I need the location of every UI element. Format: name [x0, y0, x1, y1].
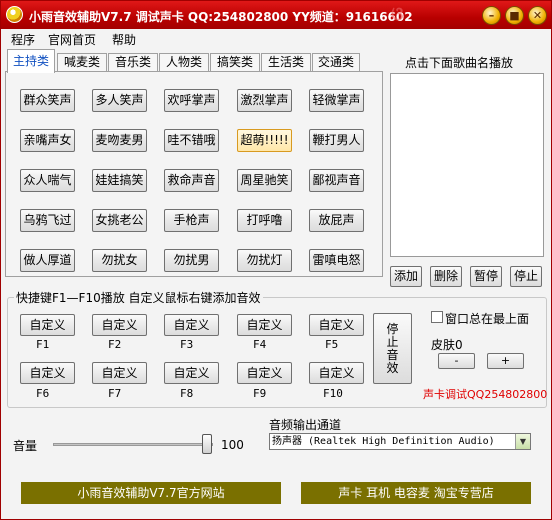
sound-button[interactable]: 鞭打男人 — [309, 129, 364, 152]
maximize-button[interactable]: ■ — [505, 6, 524, 25]
tab-shout[interactable]: 喊麦类 — [57, 53, 107, 72]
sound-button[interactable]: 救命声音 — [164, 169, 219, 192]
menu-bar: 程序 官网首页 帮助 — [1, 29, 551, 48]
sound-button[interactable]: 鄙视声音 — [309, 169, 364, 192]
skin-label: 皮肤0 — [431, 338, 463, 352]
sound-button[interactable]: 欢呼掌声 — [164, 89, 219, 112]
window-title: 小雨音效辅助V7.7 调试声卡 QQ:254802800 YY频道：916166… — [29, 10, 413, 24]
volume-slider-handle[interactable] — [202, 434, 212, 454]
sound-button[interactable]: 群众笑声 — [20, 89, 75, 112]
key-label-f4: F4 — [253, 338, 267, 351]
tab-host[interactable]: 主持类 — [7, 49, 55, 73]
sound-button[interactable]: 勿扰女 — [92, 249, 147, 272]
sound-category-tabs: 主持类 喊麦类 音乐类 人物类 搞笑类 生活类 交通类 — [5, 49, 383, 279]
volume-label: 音量 — [13, 439, 38, 453]
sound-button[interactable]: 娃娃搞笑 — [92, 169, 147, 192]
taobao-store-banner[interactable]: 声卡 耳机 电容麦 淘宝专营店 — [301, 482, 531, 504]
key-label-f1: F1 — [36, 338, 50, 351]
custom-button-f6[interactable]: 自定义 — [20, 362, 75, 384]
custom-button-f8[interactable]: 自定义 — [164, 362, 219, 384]
official-site-banner[interactable]: 小雨音效辅助V7.7官方网站 — [21, 482, 281, 504]
tab-people[interactable]: 人物类 — [159, 53, 209, 72]
sound-button[interactable]: 哇不错哦 — [164, 129, 219, 152]
custom-button-f4[interactable]: 自定义 — [237, 314, 292, 336]
key-label-f7: F7 — [108, 387, 122, 400]
custom-button-f7[interactable]: 自定义 — [92, 362, 147, 384]
sound-button[interactable]: 手枪声 — [164, 209, 219, 232]
sound-button[interactable]: 勿扰灯 — [237, 249, 292, 272]
key-label-f10: F10 — [323, 387, 343, 400]
custom-button-f3[interactable]: 自定义 — [164, 314, 219, 336]
sound-button[interactable]: 众人喘气 — [20, 169, 75, 192]
sound-button[interactable]: 多人笑声 — [92, 89, 147, 112]
sound-button[interactable]: 勿扰男 — [164, 249, 219, 272]
pause-button[interactable]: 暂停 — [470, 266, 502, 287]
key-label-f2: F2 — [108, 338, 122, 351]
audio-output-label: 音频输出通道 — [269, 418, 342, 432]
custom-button-f5[interactable]: 自定义 — [309, 314, 364, 336]
key-label-f9: F9 — [253, 387, 267, 400]
key-label-f3: F3 — [180, 338, 194, 351]
tuning-contact-note: 声卡调试QQ254802800 — [423, 388, 548, 401]
tab-funny[interactable]: 搞笑类 — [210, 53, 260, 72]
sound-button[interactable]: 亲嘴声女 — [20, 129, 75, 152]
menu-homepage[interactable]: 官网首页 — [48, 31, 96, 48]
key-label-f8: F8 — [180, 387, 194, 400]
cloud-decoration-icon: ଓ — [391, 4, 404, 25]
tab-music[interactable]: 音乐类 — [108, 53, 158, 72]
delete-button[interactable]: 删除 — [430, 266, 462, 287]
sound-button[interactable]: 雷嗔电怒 — [309, 249, 364, 272]
sound-button[interactable]: 女挑老公 — [92, 209, 147, 232]
always-on-top-label: 窗口总在最上面 — [445, 312, 530, 326]
close-button[interactable]: ✕ — [528, 6, 547, 25]
playlist-title: 点击下面歌曲名播放 — [405, 56, 514, 70]
stop-button[interactable]: 停止 — [510, 266, 542, 287]
key-label-f5: F5 — [325, 338, 339, 351]
audio-output-select[interactable]: 扬声器 (Realtek High Definition Audio) — [269, 433, 531, 450]
stop-effects-button[interactable]: 停止音效 — [373, 313, 412, 384]
custom-button-f9[interactable]: 自定义 — [237, 362, 292, 384]
title-bar[interactable]: 小雨音效辅助V7.7 调试声卡 QQ:254802800 YY频道：916166… — [1, 1, 551, 29]
sound-button[interactable]: 乌鸦飞过 — [20, 209, 75, 232]
sound-button[interactable]: 超萌!!!!! — [237, 129, 292, 152]
sound-button[interactable]: 做人厚道 — [20, 249, 75, 272]
skin-prev-button[interactable]: - — [438, 353, 475, 369]
volume-slider-track[interactable] — [53, 443, 213, 446]
always-on-top-checkbox[interactable] — [431, 311, 443, 323]
chevron-down-icon[interactable]: ▼ — [515, 434, 530, 449]
sound-button[interactable]: 轻微掌声 — [309, 89, 364, 112]
app-logo-icon — [6, 6, 23, 23]
custom-button-f2[interactable]: 自定义 — [92, 314, 147, 336]
minimize-button[interactable]: – — [482, 6, 501, 25]
shortcut-group-label: 快捷键F1—F10播放 自定义鼠标右键添加音效 — [14, 289, 263, 306]
key-label-f6: F6 — [36, 387, 50, 400]
sound-button[interactable]: 放屁声 — [309, 209, 364, 232]
menu-help[interactable]: 帮助 — [112, 31, 136, 48]
tab-traffic[interactable]: 交通类 — [312, 53, 360, 72]
tab-life[interactable]: 生活类 — [261, 53, 311, 72]
volume-value: 100 — [221, 438, 244, 452]
sound-button[interactable]: 激烈掌声 — [237, 89, 292, 112]
sound-button[interactable]: 打呼噜 — [237, 209, 292, 232]
add-button[interactable]: 添加 — [390, 266, 422, 287]
sound-button[interactable]: 麦吻麦男 — [92, 129, 147, 152]
custom-button-f1[interactable]: 自定义 — [20, 314, 75, 336]
song-list[interactable] — [390, 73, 544, 257]
main-window: 小雨音效辅助V7.7 调试声卡 QQ:254802800 YY频道：916166… — [0, 0, 552, 520]
sound-button[interactable]: 周星驰笑 — [237, 169, 292, 192]
custom-button-f10[interactable]: 自定义 — [309, 362, 364, 384]
skin-next-button[interactable]: + — [487, 353, 524, 369]
menu-program[interactable]: 程序 — [11, 31, 35, 48]
